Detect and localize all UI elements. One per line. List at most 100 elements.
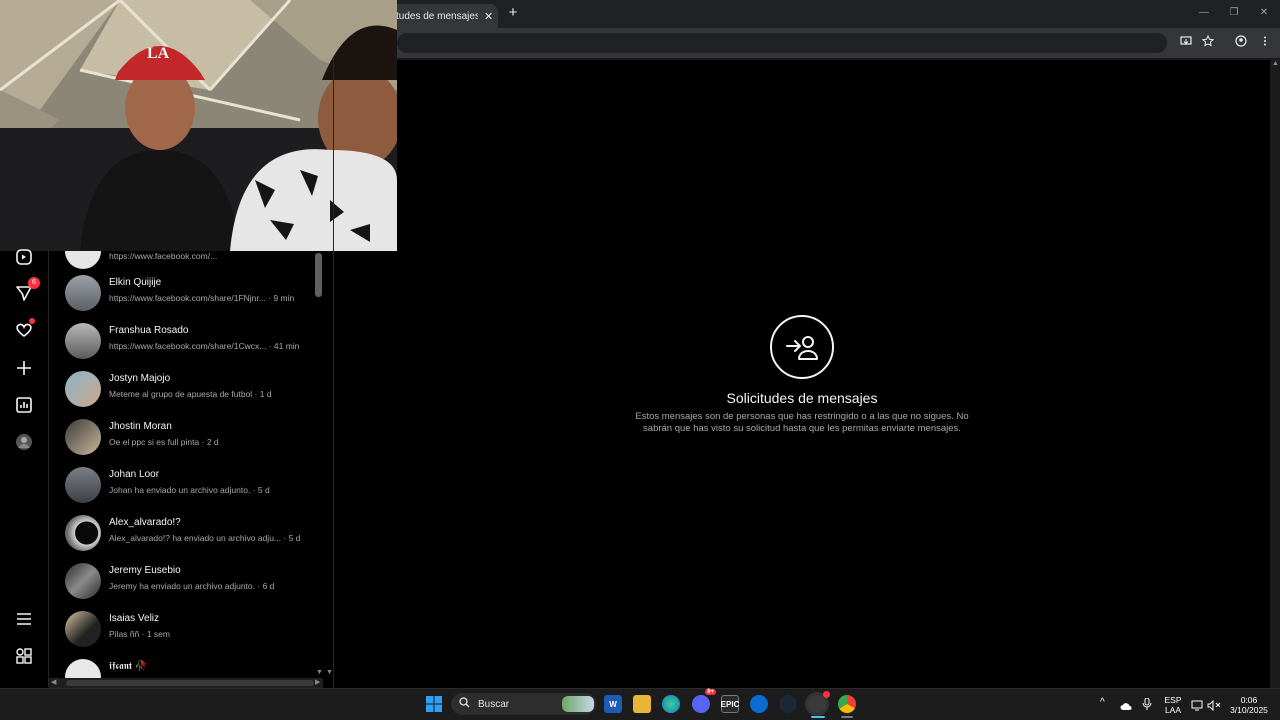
dashboard-icon[interactable] (14, 395, 34, 415)
open-app-indicator (841, 716, 853, 718)
instagram-sidebar: 6 (0, 249, 49, 687)
avatar (65, 563, 101, 599)
clock-date: 3/10/2025 (1230, 705, 1268, 715)
browser-menu-icon[interactable] (1257, 35, 1273, 51)
message-requests-list: https://www.facebook.com/... Elkin Quiji… (49, 251, 313, 687)
scroll-down-arrow-icon[interactable]: ▼ (316, 669, 323, 676)
obs-recording-icon[interactable] (808, 691, 830, 713)
windows-start-icon[interactable] (425, 695, 443, 718)
avatar (65, 467, 101, 503)
taskbar-search[interactable]: Buscar (451, 693, 596, 715)
page-scroll-down-arrow-icon[interactable]: ▼ (326, 669, 333, 676)
message-preview: https://www.facebook.com/share/1Cwcx... … (109, 341, 300, 351)
restore-icon[interactable]: ❐ (1227, 6, 1241, 20)
page-scroll-up-arrow-icon[interactable]: ▲ (1272, 60, 1279, 67)
browser-tab[interactable]: tudes de mensajes • D ✕ (388, 4, 498, 28)
webcam-overlay: LA (0, 0, 397, 251)
messages-badge: 6 (28, 277, 40, 289)
notifications-dot (29, 318, 35, 324)
message-preview: Oe el ppc si es full pinta · 2 d (109, 437, 219, 447)
minimize-icon[interactable]: — (1197, 6, 1211, 20)
list-item[interactable]: Jhostin Moran Oe el ppc si es full pinta… (49, 413, 313, 461)
sender-name: Johan Loor (109, 469, 160, 480)
avatar (65, 275, 101, 311)
page-title: Solicitudes de mensajes (726, 390, 878, 406)
more-menu-icon[interactable] (14, 609, 34, 629)
avatar (65, 371, 101, 407)
horizontal-scrollbar-thumb[interactable] (66, 680, 314, 686)
discord-badge: 9+ (705, 689, 716, 695)
avatar (65, 515, 101, 551)
list-item[interactable]: Jostyn Majojo Meteme al grupo de apuesta… (49, 365, 313, 413)
message-preview: https://www.facebook.com/... (109, 251, 218, 261)
list-item[interactable]: Franshua Rosado https://www.facebook.com… (49, 317, 313, 365)
epic-games-icon[interactable]: EPIC (721, 695, 739, 713)
scroll-right-arrow-icon[interactable]: ▶ (315, 678, 320, 686)
page-description: Estos mensajes son de personas que has r… (635, 411, 969, 434)
meta-apps-icon[interactable] (14, 646, 34, 666)
tray-overflow-chevron-icon[interactable]: ^ (1100, 697, 1105, 708)
messages-icon[interactable]: 6 (14, 277, 40, 303)
message-preview: Johan ha enviado un archivo adjunto. · 5… (109, 485, 270, 495)
active-app-indicator (811, 716, 825, 718)
create-icon[interactable] (14, 358, 34, 378)
pane-divider (333, 58, 334, 688)
list-item[interactable]: Johan Loor Johan ha enviado un archivo a… (49, 461, 313, 509)
sender-name: Jhostin Moran (109, 421, 172, 432)
tab-close-icon[interactable]: ✕ (484, 10, 493, 23)
discord-icon[interactable]: 9+ (692, 689, 716, 713)
lang-layout: LAA (1164, 705, 1182, 715)
network-icon[interactable] (1191, 698, 1203, 716)
list-scrollbar[interactable] (313, 251, 333, 687)
bookmark-star-icon[interactable] (1200, 34, 1216, 51)
clock[interactable]: 0:06 3/10/2025 (1226, 695, 1272, 715)
window-close-icon[interactable]: ✕ (1257, 6, 1271, 20)
sender-name: Franshua Rosado (109, 325, 189, 336)
volume-muted-icon[interactable] (1207, 698, 1221, 716)
edge-browser-icon[interactable] (662, 695, 680, 713)
scroll-left-arrow-icon[interactable]: ◀ (51, 678, 56, 686)
sender-name: Jostyn Majojo (109, 373, 171, 384)
avatar (65, 251, 101, 269)
avatar (65, 419, 101, 455)
steam-icon[interactable] (779, 695, 797, 713)
search-icon (459, 697, 470, 711)
list-item[interactable]: Elkin Quijije https://www.facebook.com/s… (49, 269, 313, 317)
sender-name: Jeremy Eusebio (109, 565, 181, 576)
list-scrollbar-thumb[interactable] (315, 253, 322, 297)
lang-code: ESP (1164, 695, 1182, 705)
list-item[interactable]: Jeremy Eusebio Jeremy ha enviado un arch… (49, 557, 313, 605)
microphone-icon[interactable] (1142, 697, 1152, 715)
install-app-icon[interactable] (1178, 35, 1194, 51)
page-scrollbar[interactable] (1270, 58, 1280, 688)
avatar (65, 611, 101, 647)
sender-name: Alex_alvarado!? (109, 517, 181, 528)
reels-icon[interactable] (14, 247, 34, 267)
message-request-icon (770, 315, 834, 379)
sender-name: Isaias Veliz (109, 613, 160, 624)
message-preview: Jeremy ha enviado un archivo adjunto. · … (109, 581, 275, 591)
battle-net-icon[interactable] (750, 695, 768, 713)
list-item[interactable]: Alex_alvarado!? Alex_alvarado!? ha envia… (49, 509, 313, 557)
profile-avatar[interactable] (14, 432, 34, 452)
message-preview: Alex_alvarado!? ha enviado un archivo ad… (109, 533, 301, 543)
input-language[interactable]: ESP LAA (1163, 695, 1183, 715)
sender-name: Elkin Quijije (109, 277, 162, 288)
chrome-browser-icon[interactable] (838, 695, 856, 713)
address-bar[interactable] (397, 33, 1167, 53)
search-highlight-image (562, 696, 594, 712)
page-top-edge (397, 58, 1280, 60)
list-item[interactable]: Isaias Veliz Pilas ññ · 1 sem (49, 605, 313, 653)
message-preview: Meteme al grupo de apuesta de futbol · 1… (109, 389, 272, 399)
clock-time: 0:06 (1240, 695, 1258, 705)
recording-dot (823, 691, 830, 698)
search-label: Buscar (478, 698, 510, 710)
avatar (65, 323, 101, 359)
sender-name: 𝖎𝖋𝖈𝖆𝖓𝖙 🥀 (109, 661, 148, 672)
word-app-icon[interactable]: W (604, 695, 622, 713)
new-tab-button[interactable]: + (505, 5, 521, 21)
profile-icon[interactable] (1233, 35, 1249, 51)
onedrive-cloud-icon[interactable] (1120, 698, 1132, 716)
file-explorer-icon[interactable] (633, 695, 651, 713)
notifications-icon[interactable] (14, 318, 35, 340)
